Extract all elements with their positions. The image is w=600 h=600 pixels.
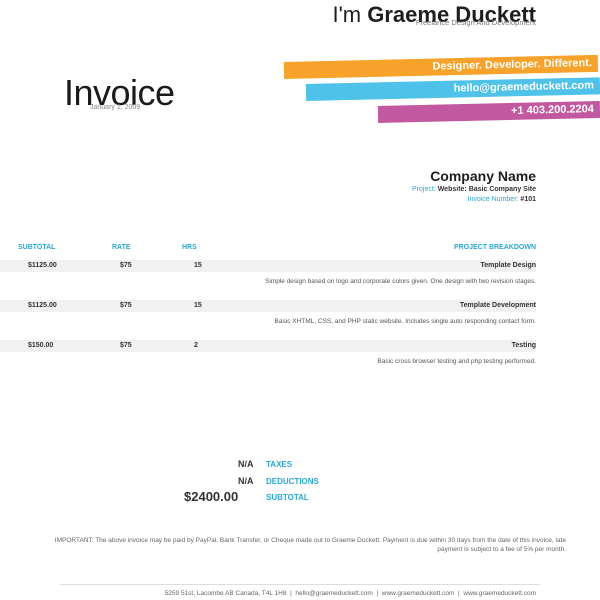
footer-separator: | xyxy=(290,590,292,597)
intro-text: I'm xyxy=(332,2,362,27)
row-subtotal: $150.00 xyxy=(28,342,54,349)
row-subtotal: $1125.00 xyxy=(28,262,57,269)
row-description: Basic cross browser testing and php test… xyxy=(377,358,536,365)
row-hrs: 2 xyxy=(194,342,198,349)
row-rate: $75 xyxy=(120,342,132,349)
rate-header: RATE xyxy=(112,244,131,251)
footer-site-secondary[interactable]: www.graemeduckett.com xyxy=(463,590,536,597)
project-label: Project: xyxy=(412,186,436,193)
email-stripe[interactable]: hello@graemeduckett.com xyxy=(305,77,600,101)
row-item: Testing xyxy=(511,342,536,349)
taxes-value: N/A xyxy=(238,459,254,469)
deductions-label: DEDUCTIONS xyxy=(266,477,319,486)
deductions-value: N/A xyxy=(238,476,254,486)
project-value: Website: Basic Company Site xyxy=(437,186,536,193)
hrs-header: HRS xyxy=(182,244,197,251)
taxes-label: TAXES xyxy=(266,460,293,469)
row-rate: $75 xyxy=(120,262,132,269)
row-description: Basic XHTML, CSS, and PHP static website… xyxy=(274,318,536,325)
row-rate: $75 xyxy=(120,302,132,309)
footer-divider xyxy=(60,584,540,585)
breakdown-header: PROJECT BREAKDOWN xyxy=(453,244,536,251)
payment-note: IMPORTANT: The above invoice may be paid… xyxy=(54,537,566,553)
row-item: Template Development xyxy=(459,302,536,309)
footer-address: 5259 51st, Lacombe AB Canada, T4L 1H8 xyxy=(164,590,287,597)
footer-separator: | xyxy=(458,590,460,597)
row-hrs: 15 xyxy=(194,262,202,269)
invoice-date: January 1, 2009 xyxy=(90,104,141,111)
table-row xyxy=(0,260,536,272)
footer-separator: | xyxy=(376,590,379,597)
footer-contact: 5259 51st, Lacombe AB Canada, T4L 1H8 | … xyxy=(165,590,536,597)
row-description: Simple design based on logo and corporat… xyxy=(265,278,536,285)
invoice-number-value: #101 xyxy=(520,196,536,203)
footer-email[interactable]: hello@graemeduckett.com xyxy=(295,590,372,597)
invoice-number-line: Invoice Number: #101 xyxy=(468,196,537,203)
invoice-number-label: Invoice Number: xyxy=(467,196,519,203)
phone-stripe: +1 403.200.2204 xyxy=(377,100,600,123)
tagline-stripe: Designer. Developer. Different. xyxy=(283,54,599,79)
designer-subtitle: Freelance Design And Development xyxy=(415,18,536,27)
row-subtotal: $1125.00 xyxy=(28,302,57,309)
table-row xyxy=(0,300,536,312)
subtotal-header: SUBTOTAL xyxy=(18,244,56,251)
table-row xyxy=(0,340,536,352)
row-item: Template Design xyxy=(480,262,537,269)
project-line: Project: Website: Basic Company Site xyxy=(412,186,536,193)
footer-site[interactable]: www.graemeduckett.com xyxy=(382,590,455,597)
subtotal-value: $2400.00 xyxy=(184,489,239,504)
row-hrs: 15 xyxy=(194,302,202,309)
company-name: Company Name xyxy=(430,168,536,184)
subtotal-label: SUBTOTAL xyxy=(266,493,309,502)
